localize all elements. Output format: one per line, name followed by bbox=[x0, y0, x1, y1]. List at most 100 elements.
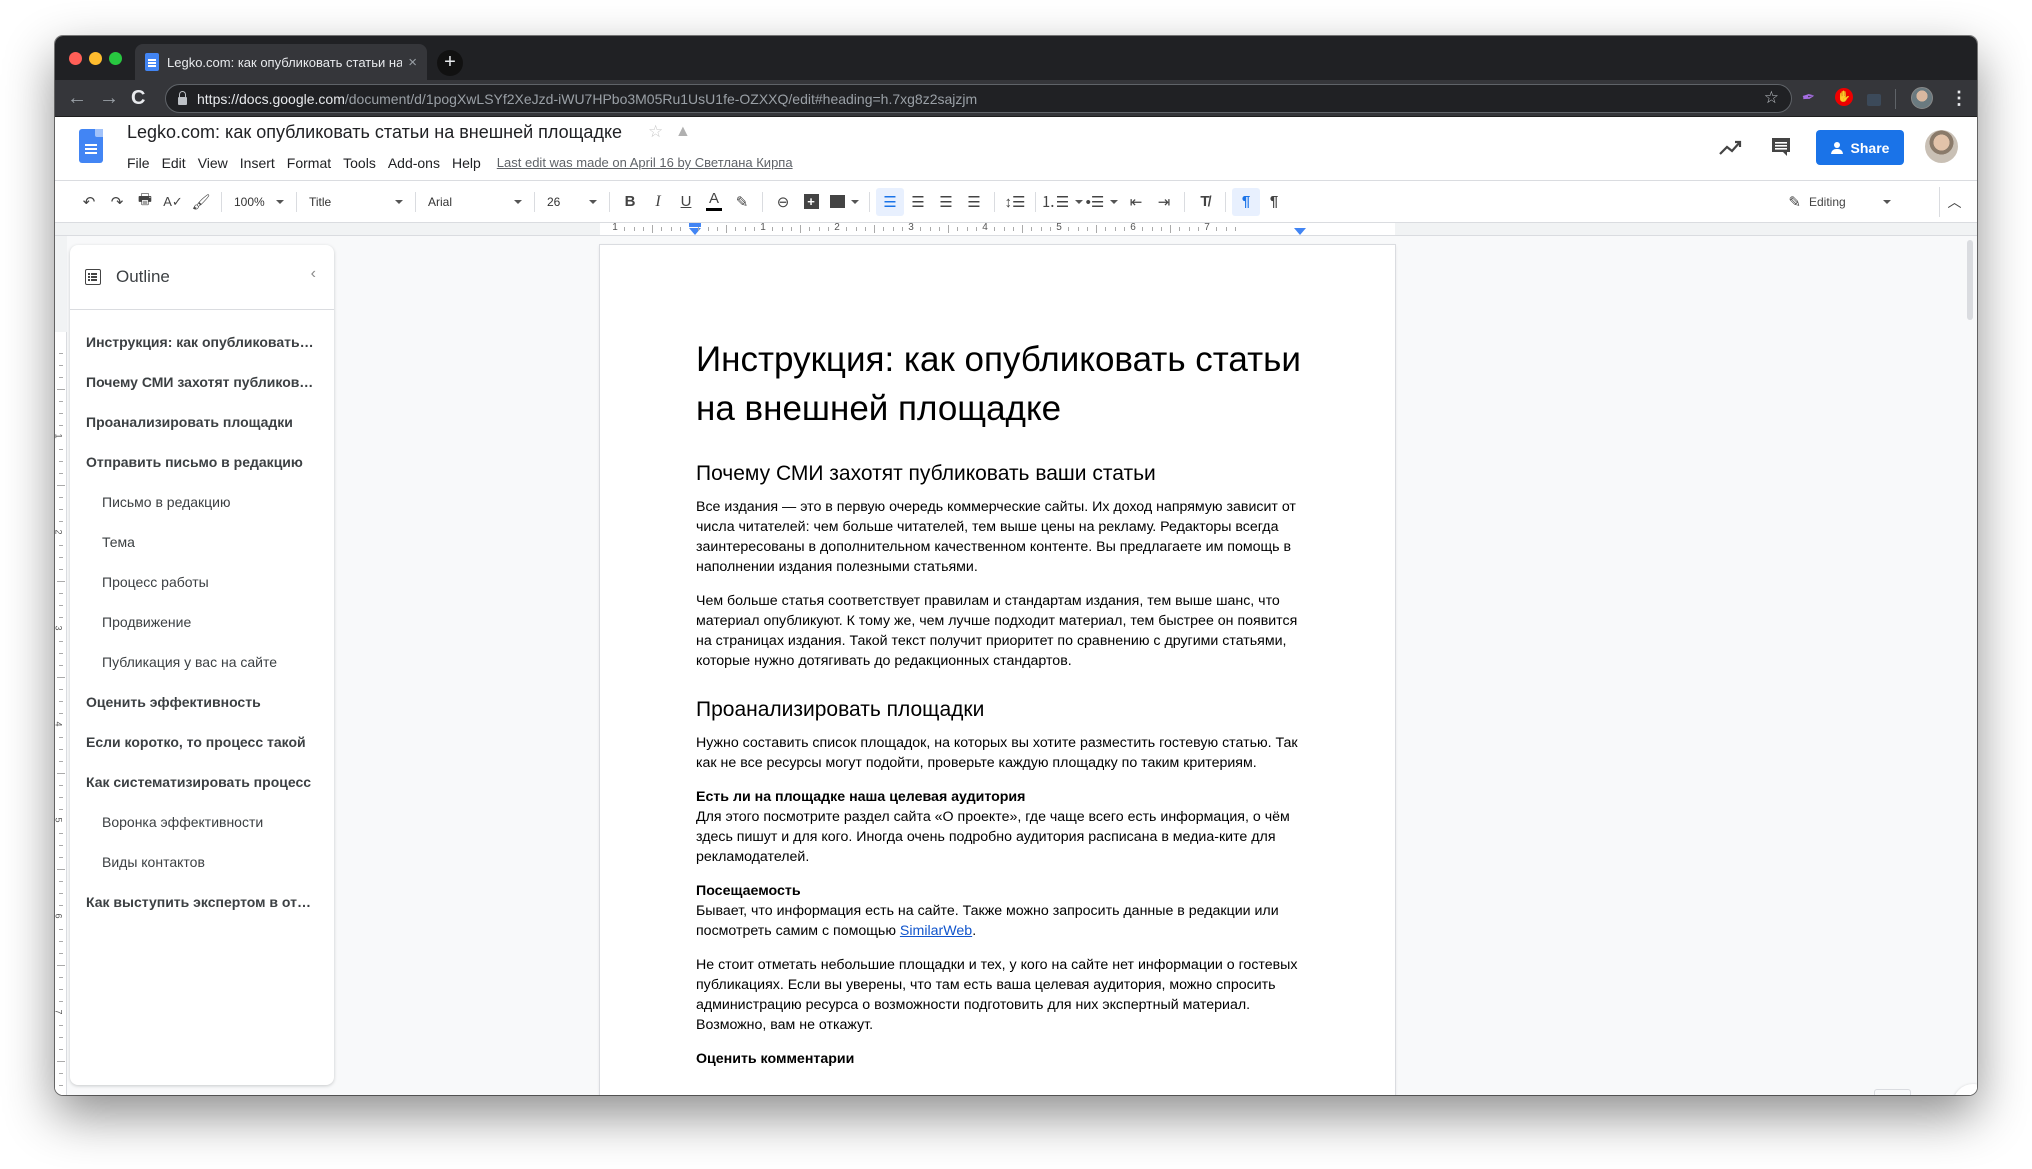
insert-link-button[interactable]: ⊖ bbox=[769, 188, 797, 216]
vertical-scrollbar[interactable] bbox=[1963, 236, 1977, 1095]
explore-button[interactable]: ✦ bbox=[1874, 1089, 1911, 1095]
ruler-tick bbox=[846, 227, 847, 231]
last-edit-link[interactable]: Last edit was made on April 16 by Светла… bbox=[497, 153, 793, 173]
outline-item[interactable]: Отправить письмо в редакцию bbox=[70, 442, 334, 482]
minimize-window-button[interactable] bbox=[89, 52, 102, 65]
bold-button[interactable]: B bbox=[616, 188, 644, 216]
line-spacing-button[interactable]: ↕☰ bbox=[1001, 188, 1029, 216]
ltr-direction-button[interactable]: ¶ bbox=[1232, 187, 1260, 216]
menu-view[interactable]: View bbox=[192, 153, 234, 173]
document-title[interactable]: Legko.com: как опубликовать статьи на вн… bbox=[127, 122, 622, 143]
menu-help[interactable]: Help bbox=[446, 153, 487, 173]
outline-item[interactable]: Проанализировать площадки bbox=[70, 402, 334, 442]
vertical-ruler-tick bbox=[59, 593, 63, 594]
outline-item[interactable]: Как выступить экспертом в отраслевом СМИ bbox=[70, 882, 334, 922]
outline-item[interactable]: Воронка эффективности bbox=[70, 802, 334, 842]
outline-item[interactable]: Оценить эффективность bbox=[70, 682, 334, 722]
zoom-value: 100% bbox=[234, 194, 265, 209]
menu-file[interactable]: File bbox=[127, 153, 156, 173]
activity-dashboard-icon[interactable] bbox=[1718, 137, 1744, 159]
ruler-tick bbox=[1179, 227, 1180, 231]
align-right-button[interactable]: ☰ bbox=[932, 188, 960, 216]
menu-format[interactable]: Format bbox=[281, 153, 337, 173]
decrease-indent-button[interactable]: ⇤ bbox=[1122, 188, 1150, 216]
outline-item[interactable]: Если коротко, то процесс такой bbox=[70, 722, 334, 762]
align-justify-button[interactable]: ☰ bbox=[960, 188, 988, 216]
close-window-button[interactable] bbox=[69, 52, 82, 65]
vertical-ruler[interactable]: 1 2 3 4 5 6 7 bbox=[55, 236, 67, 1095]
editing-mode-select[interactable]: ✎ Editing bbox=[1788, 181, 1891, 223]
outline-item[interactable]: Инструкция: как опубликовать статьи на в… bbox=[70, 322, 334, 362]
document-page[interactable]: Инструкция: как опубликовать статьи на в… bbox=[600, 245, 1395, 1095]
vertical-ruler-tick bbox=[59, 797, 63, 798]
align-center-button[interactable]: ☰ bbox=[904, 188, 932, 216]
outline-item[interactable]: Почему СМИ захотят публиковать ваши стат… bbox=[70, 362, 334, 402]
font-select[interactable]: Arial bbox=[422, 188, 528, 216]
outline-item[interactable]: Письмо в редакцию bbox=[70, 482, 334, 522]
align-left-button[interactable]: ☰ bbox=[876, 187, 904, 216]
back-button[interactable]: ← bbox=[67, 86, 87, 110]
page-content[interactable]: Инструкция: как опубликовать статьи на в… bbox=[696, 335, 1306, 1083]
adblock-extension-icon[interactable]: ✋ bbox=[1835, 88, 1853, 106]
horizontal-ruler[interactable]: 1 1 2 3 4 5 6 7 bbox=[55, 222, 1977, 236]
docs-header: Legko.com: как опубликовать статьи на вн… bbox=[55, 117, 1977, 180]
print-button[interactable]: 🖶 bbox=[131, 188, 159, 216]
bulleted-list-button[interactable]: •☰ bbox=[1082, 188, 1122, 216]
comments-icon[interactable] bbox=[1770, 136, 1792, 158]
style-select[interactable]: Title bbox=[303, 188, 409, 216]
outline-item[interactable]: Продвижение bbox=[70, 602, 334, 642]
share-button[interactable]: Share bbox=[1816, 130, 1904, 165]
url-input[interactable]: https://docs.google.com/document/d/1pogX… bbox=[165, 84, 1792, 113]
outline-item[interactable]: Виды контактов bbox=[70, 842, 334, 882]
bookmark-star-icon[interactable]: ☆ bbox=[1764, 88, 1779, 108]
highlight-color-button[interactable]: ✎ bbox=[728, 188, 756, 216]
outline-item[interactable]: Процесс работы bbox=[70, 562, 334, 602]
underline-button[interactable]: U bbox=[672, 188, 700, 216]
outline-item[interactable]: Тема bbox=[70, 522, 334, 562]
star-document-icon[interactable]: ☆ bbox=[648, 122, 663, 142]
numbered-list-button[interactable]: ⒈☰ bbox=[1041, 188, 1084, 216]
outline-item[interactable]: Как систематизировать процесс bbox=[70, 762, 334, 802]
outline-item[interactable]: Публикация у вас на сайте bbox=[70, 642, 334, 682]
feather-extension-icon[interactable]: ✒ bbox=[1800, 87, 1821, 110]
insert-comment-button[interactable]: + bbox=[797, 188, 825, 216]
spellcheck-button[interactable]: A✓ bbox=[159, 188, 187, 216]
menu-insert[interactable]: Insert bbox=[234, 153, 281, 173]
chevron-down-icon bbox=[589, 199, 597, 204]
menu-addons[interactable]: Add-ons bbox=[382, 153, 446, 173]
redo-button[interactable]: ↷ bbox=[103, 188, 131, 216]
menu-tools[interactable]: Tools bbox=[337, 153, 382, 173]
new-tab-button[interactable]: + bbox=[437, 50, 463, 76]
forward-button[interactable]: → bbox=[99, 86, 119, 110]
browser-profile-avatar[interactable] bbox=[1911, 87, 1933, 109]
move-to-drive-icon[interactable]: ▲ bbox=[675, 123, 691, 141]
scrollbar-thumb[interactable] bbox=[1967, 240, 1973, 320]
ruler-tick bbox=[1142, 227, 1143, 231]
rtl-direction-button[interactable]: ¶ bbox=[1260, 188, 1288, 216]
insert-image-button[interactable] bbox=[825, 188, 863, 216]
hide-menus-button[interactable]: ︿ bbox=[1939, 187, 1969, 217]
undo-button[interactable]: ↶ bbox=[75, 188, 103, 216]
similarweb-link[interactable]: SimilarWeb bbox=[900, 923, 972, 939]
browser-tab[interactable]: Legko.com: как опубликовать статьи на вн… bbox=[135, 44, 427, 80]
italic-button[interactable]: I bbox=[644, 188, 672, 216]
lock-extension-icon[interactable] bbox=[1867, 94, 1881, 106]
account-avatar[interactable] bbox=[1925, 130, 1958, 163]
right-indent-marker[interactable] bbox=[1294, 228, 1306, 235]
zoom-select[interactable]: 100% bbox=[228, 188, 290, 216]
clear-formatting-button[interactable]: T̸ bbox=[1191, 188, 1219, 216]
left-indent-marker[interactable] bbox=[689, 223, 701, 235]
close-outline-icon[interactable]: ‹ bbox=[311, 265, 316, 283]
reload-button[interactable]: C bbox=[131, 86, 145, 110]
font-size-select[interactable]: 26 bbox=[541, 188, 603, 216]
docs-logo-icon[interactable] bbox=[79, 129, 103, 163]
maximize-window-button[interactable] bbox=[109, 52, 122, 65]
paint-format-button[interactable]: 🖌 bbox=[187, 188, 215, 216]
outline-icon bbox=[85, 269, 101, 285]
increase-indent-button[interactable]: ⇥ bbox=[1150, 188, 1178, 216]
menu-edit[interactable]: Edit bbox=[156, 153, 192, 173]
browser-menu-icon[interactable]: ⋮ bbox=[1950, 86, 1968, 110]
side-panel-toggle[interactable]: ‹ bbox=[1953, 1084, 1977, 1095]
close-tab-icon[interactable]: × bbox=[408, 54, 417, 71]
text-color-button[interactable]: A bbox=[700, 188, 728, 216]
